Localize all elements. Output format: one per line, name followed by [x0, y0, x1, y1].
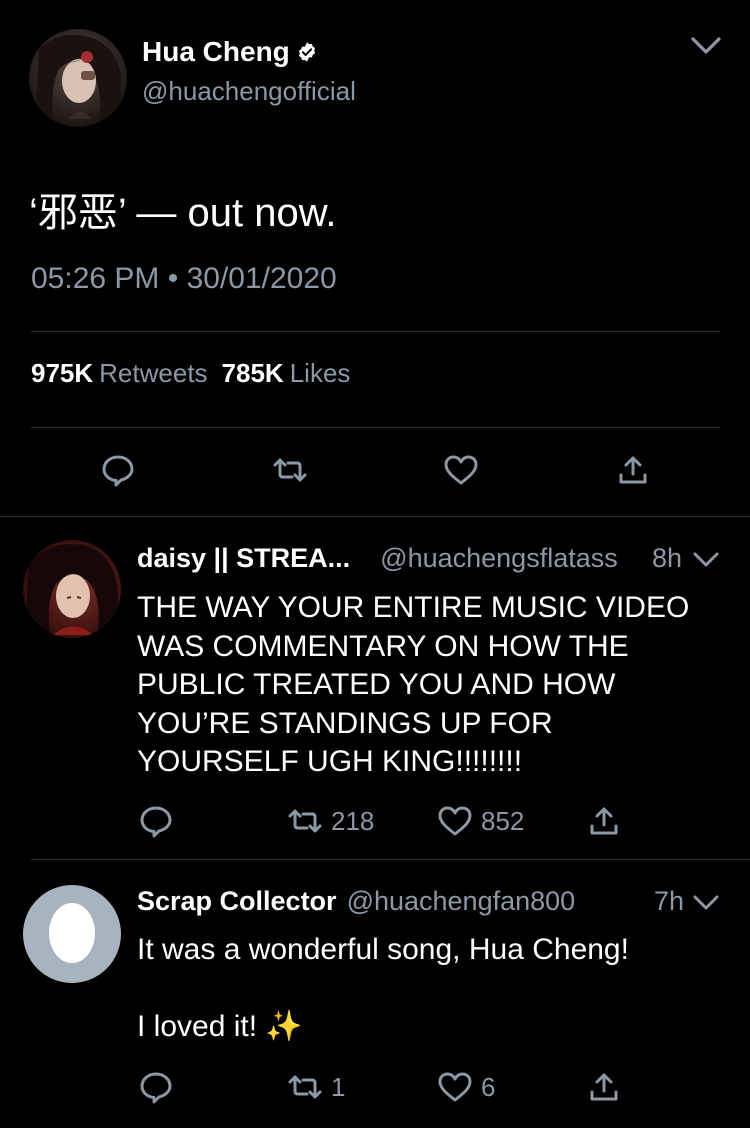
reply-text: THE WAY YOUR ENTIRE MUSIC VIDEO WAS COMM… — [137, 589, 689, 782]
chevron-down-icon[interactable] — [692, 893, 720, 913]
retweet-icon[interactable] — [272, 452, 308, 488]
author-name-row[interactable]: Hua Cheng — [142, 36, 318, 68]
reply-action[interactable] — [138, 1069, 174, 1105]
share-action[interactable] — [586, 803, 622, 839]
tweet-stats: 975K Retweets 785K Likes — [31, 358, 350, 389]
verified-badge-icon — [296, 41, 318, 63]
reply-icon[interactable] — [100, 452, 136, 488]
reply-icon — [140, 1072, 172, 1104]
retweet-action[interactable]: 218 — [287, 803, 374, 839]
retweets-count: 975K — [31, 358, 94, 388]
reply-text-line: YOU’RE STANDINGS UP FOR — [137, 706, 553, 740]
reply-text-line — [137, 970, 629, 1009]
retweet-icon — [288, 1075, 322, 1099]
reply-text-line: THE WAY YOUR ENTIRE MUSIC VIDEO — [137, 591, 690, 624]
retweets-label: Retweets — [99, 358, 208, 388]
tweet-text: ‘邪恶’ — out now. — [29, 191, 337, 235]
reply-action[interactable] — [138, 803, 174, 839]
reply-text-line: I loved it! ✨ — [137, 1010, 303, 1043]
reply-author-name[interactable]: daisy || STREA... — [137, 543, 350, 574]
share-icon — [590, 1073, 618, 1101]
author-name[interactable]: Hua Cheng — [142, 36, 290, 68]
like-count: 6 — [481, 1071, 496, 1102]
reply-tweet[interactable]: Scrap Collector @huachengfan800 7h It wa… — [0, 859, 750, 1128]
reply-author-name[interactable]: Scrap Collector — [137, 886, 337, 917]
reply-text: It was a wonderful song, Hua Cheng! I lo… — [137, 931, 629, 1047]
chevron-down-icon[interactable] — [690, 34, 722, 58]
reply-header: daisy || STREA... @huachengsflatass — [137, 543, 618, 574]
reply-author-handle[interactable]: @huachengfan800 — [347, 886, 576, 917]
main-tweet: Hua Cheng @huachengofficial ‘邪恶’ — out n… — [0, 0, 750, 516]
author-handle[interactable]: @huachengofficial — [142, 76, 356, 107]
retweet-action[interactable]: 1 — [287, 1069, 345, 1105]
reply-text-line: WAS COMMENTARY ON HOW THE — [137, 629, 629, 663]
like-icon[interactable] — [443, 452, 479, 488]
reply-text-line: It was a wonderful song, Hua Cheng! — [137, 933, 629, 966]
tweet-detail-page: Hua Cheng @huachengofficial ‘邪恶’ — out n… — [0, 0, 750, 1128]
reply-timestamp[interactable]: 7h — [654, 886, 684, 917]
default-avatar[interactable] — [23, 885, 121, 983]
likes-stat[interactable]: 785K Likes — [222, 358, 351, 389]
reply-author-handle[interactable]: @huachengsflatass — [380, 543, 618, 574]
tweet-timestamp[interactable]: 05:26 PM • 30/01/2020 — [31, 262, 337, 296]
share-action[interactable] — [586, 1069, 622, 1105]
avatar[interactable] — [23, 540, 121, 638]
share-icon[interactable] — [615, 452, 651, 488]
reply-text-line: PUBLIC TREATED YOU AND HOW — [137, 668, 616, 701]
retweet-count: 1 — [331, 1071, 346, 1102]
reply-icon — [140, 806, 172, 838]
likes-count: 785K — [221, 358, 284, 388]
share-icon — [590, 807, 618, 835]
like-icon — [438, 1072, 472, 1102]
reply-text-line: YOURSELF UGH KING!!!!!!!! — [137, 745, 523, 778]
like-count: 852 — [481, 805, 525, 836]
reply-timestamp[interactable]: 8h — [652, 543, 682, 574]
like-action[interactable]: 852 — [437, 803, 524, 839]
avatar[interactable] — [29, 29, 127, 127]
reply-tweet[interactable]: daisy || STREA... @huachengsflatass 8h T… — [0, 516, 750, 859]
likes-label: Likes — [289, 358, 351, 388]
reply-header: Scrap Collector @huachengfan800 — [137, 886, 575, 917]
divider — [31, 427, 720, 428]
tweet-actions — [0, 452, 750, 492]
like-icon — [438, 806, 472, 836]
retweet-count: 218 — [331, 805, 375, 836]
like-action[interactable]: 6 — [437, 1069, 495, 1105]
chevron-down-icon[interactable] — [692, 550, 720, 570]
retweet-icon — [288, 809, 322, 833]
retweets-stat[interactable]: 975K Retweets — [31, 358, 208, 389]
divider — [31, 331, 720, 332]
